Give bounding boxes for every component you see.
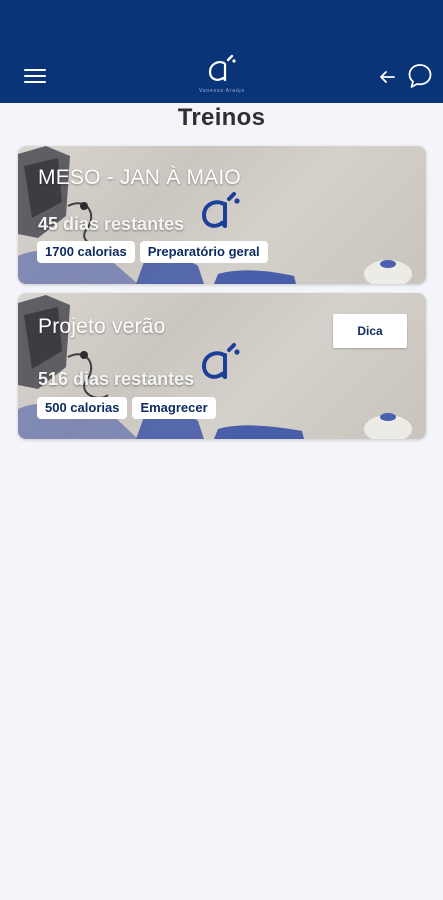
workout-title: MESO - JAN À MAIO [38, 166, 241, 189]
app-header: Vanessa Araújo [0, 0, 443, 103]
page-title: Treinos [177, 104, 266, 131]
chat-bubble-icon [408, 64, 432, 88]
calories-tag: 500 calorias [37, 397, 128, 419]
tag-list: 500 calorias Emagrecer [37, 397, 216, 419]
logo-mark-icon [208, 54, 236, 82]
arrow-left-icon [380, 71, 395, 83]
brand-watermark-icon [201, 343, 240, 379]
chat-button[interactable] [406, 62, 434, 90]
workout-title: Projeto verão [38, 315, 166, 338]
tip-button[interactable]: Dica [333, 314, 407, 348]
menu-button[interactable] [24, 68, 48, 86]
tag-list: 1700 calorias Preparatório geral [37, 241, 268, 263]
days-remaining: 516 dias restantes [38, 369, 195, 389]
calories-tag: 1700 calorias [37, 241, 135, 263]
days-remaining: 45 dias restantes [38, 214, 185, 234]
brand-logo: Vanessa Araújo [193, 54, 251, 100]
workout-card[interactable]: Projeto verão Dica 516 dias restantes 50… [18, 293, 426, 439]
logo-caption: Vanessa Araújo [199, 88, 245, 94]
goal-tag: Preparatório geral [139, 241, 268, 263]
goal-tag: Emagrecer [132, 397, 216, 419]
back-button[interactable] [376, 66, 398, 88]
hamburger-icon [24, 69, 46, 72]
brand-watermark-icon [201, 192, 240, 228]
workout-card[interactable]: MESO - JAN À MAIO 45 dias restantes 1700… [18, 146, 426, 284]
